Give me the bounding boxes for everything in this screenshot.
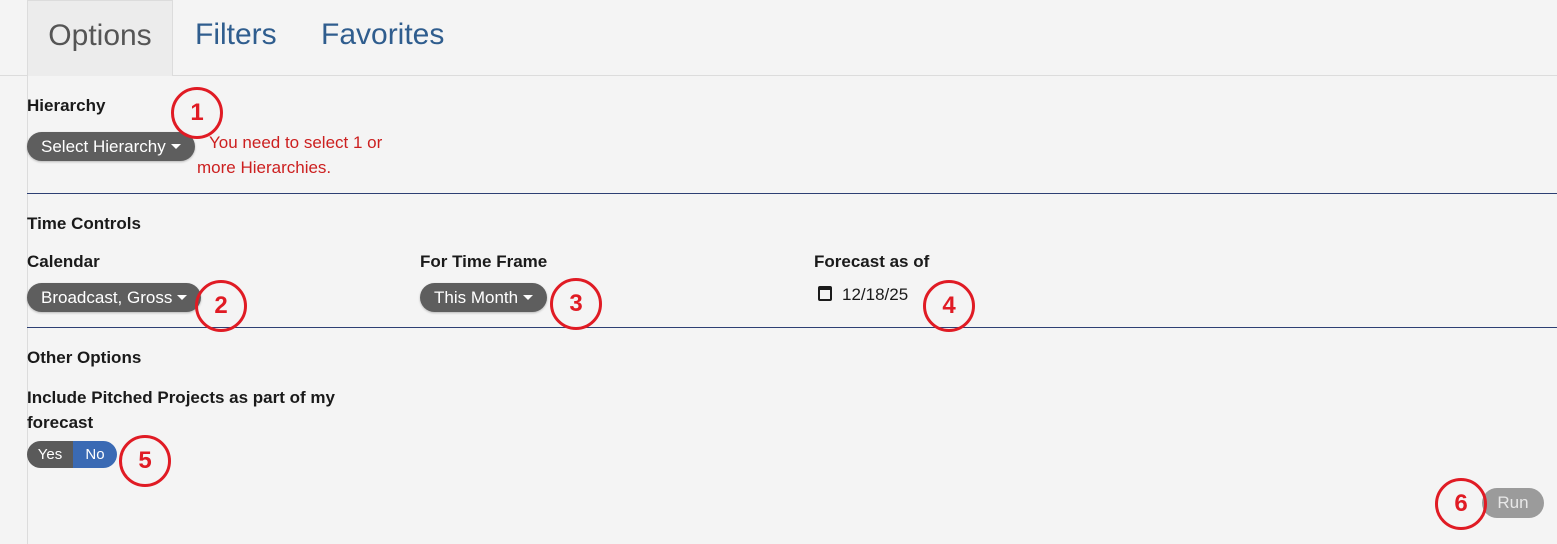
section-divider — [27, 193, 1557, 194]
annotation-badge-1: 1 — [171, 87, 223, 139]
calendar-dropdown-value: Broadcast, Gross — [41, 288, 173, 307]
pitched-projects-toggle[interactable]: Yes No — [27, 441, 117, 468]
timeframe-dropdown-value: This Month — [434, 288, 519, 307]
tab-favorites[interactable]: Favorites — [301, 0, 464, 76]
tab-filters[interactable]: Filters — [175, 0, 297, 76]
tab-options[interactable]: Options — [27, 0, 173, 76]
calendar-label: Calendar — [27, 252, 100, 271]
forecast-date-picker[interactable]: 12/18/25 — [818, 285, 908, 305]
annotation-badge-3: 3 — [550, 278, 602, 330]
time-controls-heading: Time Controls — [27, 214, 141, 233]
hierarchy-error-message: You need to select 1 or more Hierarchies… — [197, 133, 383, 177]
toggle-yes-option[interactable]: Yes — [27, 441, 73, 468]
forecast-date-value: 12/18/25 — [842, 285, 909, 304]
section-divider — [27, 327, 1557, 328]
pitched-projects-label: Include Pitched Projects as part of my f… — [27, 388, 335, 432]
other-options-heading: Other Options — [27, 348, 142, 367]
calendar-icon — [818, 286, 832, 302]
caret-down-icon — [177, 295, 188, 301]
select-hierarchy-label: Select Hierarchy — [41, 137, 166, 156]
caret-down-icon — [170, 144, 181, 150]
annotation-badge-6: 6 — [1435, 478, 1487, 530]
select-hierarchy-button[interactable]: Select Hierarchy — [27, 132, 195, 161]
tab-bar: Options Filters Favorites — [0, 0, 1557, 76]
timeframe-dropdown[interactable]: This Month — [420, 283, 548, 312]
annotation-badge-5: 5 — [119, 435, 171, 487]
timeframe-label: For Time Frame — [420, 252, 548, 271]
annotation-badge-2: 2 — [195, 280, 247, 332]
caret-down-icon — [523, 295, 534, 301]
forecast-as-of-label: Forecast as of — [814, 252, 930, 271]
calendar-dropdown[interactable]: Broadcast, Gross — [27, 283, 202, 312]
annotation-badge-4: 4 — [923, 280, 975, 332]
toggle-no-option[interactable]: No — [73, 441, 117, 468]
hierarchy-label: Hierarchy — [27, 96, 106, 115]
run-button[interactable]: Run — [1482, 488, 1544, 518]
